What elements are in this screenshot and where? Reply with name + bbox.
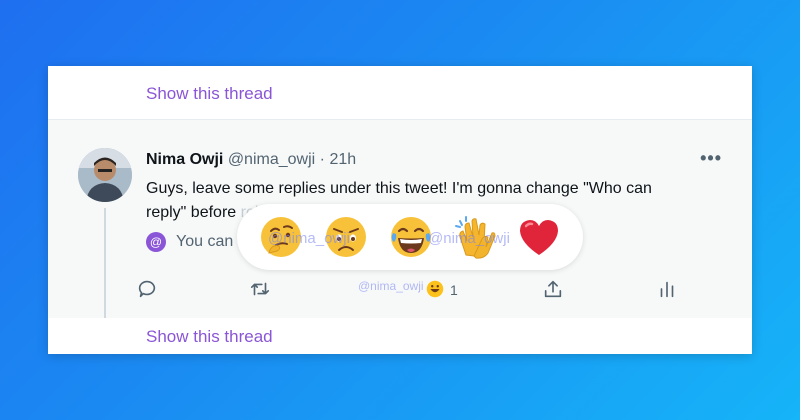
retweet-icon bbox=[250, 282, 270, 296]
analytics-button[interactable] bbox=[656, 278, 688, 308]
show-thread-link[interactable]: Show this thread bbox=[146, 84, 273, 104]
header-separator: · bbox=[319, 151, 325, 168]
show-thread-link[interactable]: Show this thread bbox=[146, 327, 273, 347]
laughing-emoji-icon[interactable] bbox=[387, 213, 435, 261]
tweet-text-line-1: Guys, leave some replies under this twee… bbox=[146, 180, 652, 197]
share-icon bbox=[544, 280, 562, 298]
tweet-actions: 1 bbox=[136, 278, 674, 308]
heart-emoji-icon[interactable] bbox=[515, 213, 563, 261]
sad-emoji-icon[interactable] bbox=[322, 213, 370, 261]
analytics-icon bbox=[660, 281, 674, 298]
tweet-header: Nima Owji @nima_owji · 21h bbox=[146, 151, 356, 169]
reaction-picker bbox=[237, 204, 583, 270]
avatar[interactable] bbox=[78, 148, 132, 202]
more-icon[interactable]: ••• bbox=[700, 148, 722, 169]
show-thread-row-top[interactable]: Show this thread bbox=[48, 66, 752, 120]
show-thread-row-bottom[interactable]: Show this thread bbox=[48, 318, 752, 354]
author-name[interactable]: Nima Owji bbox=[146, 151, 223, 168]
retweet-button[interactable] bbox=[249, 278, 281, 308]
reply-icon bbox=[138, 280, 156, 298]
react-icon bbox=[426, 280, 444, 298]
thinking-emoji-icon[interactable] bbox=[257, 213, 305, 261]
share-button[interactable] bbox=[542, 278, 574, 308]
reply-button[interactable] bbox=[136, 278, 168, 308]
mention-icon: @ bbox=[146, 232, 166, 252]
author-handle[interactable]: @nima_owji bbox=[228, 151, 315, 168]
like-count: 1 bbox=[450, 282, 458, 298]
tweet-text-line-2-visible: reply" before bbox=[146, 204, 237, 221]
clapping-hands-emoji-icon[interactable] bbox=[452, 213, 500, 261]
avatar-image bbox=[78, 148, 132, 202]
tweet-timestamp[interactable]: 21h bbox=[329, 151, 356, 168]
react-button[interactable]: 1 bbox=[424, 278, 458, 308]
